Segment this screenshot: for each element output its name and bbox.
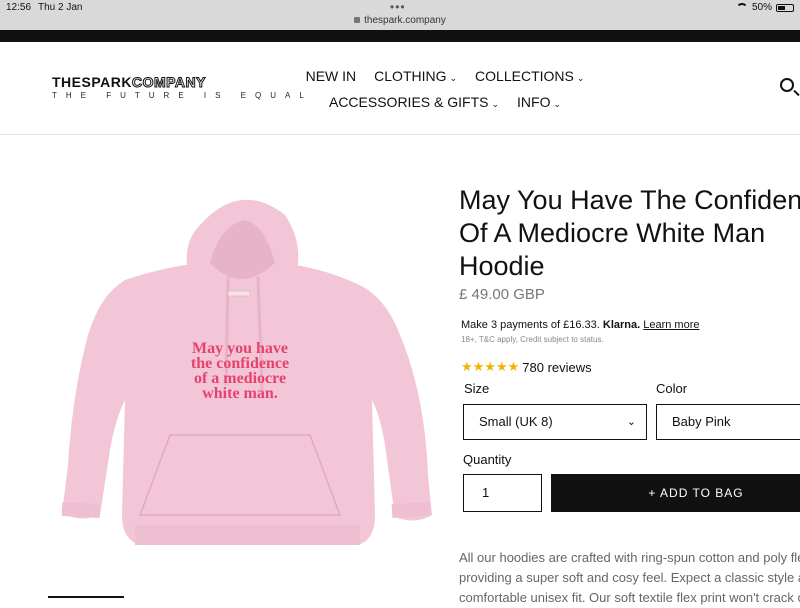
product-reviews[interactable]: ★★★★★ 780 reviews <box>461 359 592 375</box>
status-bar: 12:56 Thu 2 Jan ••• thespark.company 50% <box>0 0 800 30</box>
chevron-down-icon: ⌄ <box>553 99 562 109</box>
multitask-dots-icon[interactable]: ••• <box>390 0 406 14</box>
chevron-down-icon: ⌄ <box>576 73 585 83</box>
nav-item-label: NEW IN <box>305 68 357 84</box>
color-select[interactable]: Baby Pink <box>656 404 800 440</box>
description-line: All our hoodies are crafted with ring-sp… <box>459 550 800 565</box>
status-right: 50% <box>735 2 794 13</box>
quantity-label: Quantity <box>463 452 512 467</box>
address-bar[interactable]: thespark.company <box>0 15 800 26</box>
status-date: Thu 2 Jan <box>38 2 83 13</box>
site-header: THESPARKCOMPANY THE FUTURE IS EQUAL NEW … <box>0 42 800 135</box>
add-to-bag-button[interactable]: + ADD TO BAG <box>551 474 800 512</box>
product-title-line: May You Have The Confiden <box>459 185 800 215</box>
klarna-learn-more-link[interactable]: Learn more <box>643 319 699 331</box>
product-title-line: Hoodie <box>459 251 545 281</box>
nav-item-label: ACCESSORIES & GIFTS <box>328 94 489 110</box>
nav-item-collections[interactable]: COLLECTIONS ⌄ <box>475 64 584 90</box>
address-url: thespark.company <box>364 15 446 26</box>
status-time: 12:56 <box>6 2 32 13</box>
main-nav: NEW IN CLOTHING ⌄ COLLECTIONS ⌄ ACCESSORIES … <box>290 64 600 116</box>
review-count: 780 reviews <box>522 359 592 375</box>
product-description: All our hoodies are crafted with ring-sp… <box>459 548 800 608</box>
description-line: comfortable unisex fit. Our soft textile… <box>459 590 800 605</box>
size-label: Size <box>464 381 490 396</box>
site-logo[interactable]: THESPARKCOMPANY THE FUTURE IS EQUAL <box>52 74 313 101</box>
klarna-prefix: Make 3 payments of £16.33. <box>461 319 600 331</box>
search-icon[interactable] <box>780 78 794 92</box>
description-line: providing a super soft and cosy feel. Ex… <box>459 570 800 585</box>
nav-item-clothing[interactable]: CLOTHING ⌄ <box>374 64 457 90</box>
logo-tagline: THE FUTURE IS EQUAL <box>52 91 313 100</box>
chevron-down-icon: ⌄ <box>626 416 636 428</box>
size-select[interactable]: Small (UK 8) ⌄ <box>463 404 647 440</box>
nav-item-label: CLOTHING <box>374 68 447 84</box>
nav-item-new-in[interactable]: NEW IN <box>306 64 357 88</box>
nav-item-accessories-gifts[interactable]: ACCESSORIES & GIFTS ⌄ <box>329 90 499 116</box>
color-label: Color <box>656 381 688 396</box>
logo-bold: THESPARK <box>52 74 132 90</box>
wifi-icon <box>735 3 748 12</box>
klarna-logo: Klarna. <box>602 319 641 331</box>
battery-percent: 50% <box>751 2 772 13</box>
nav-item-label: COLLECTIONS <box>475 68 574 84</box>
product-title-line: Of A Mediocre White Man <box>459 218 766 248</box>
logo-outline: COMPANY <box>131 74 206 90</box>
battery-icon <box>776 3 794 12</box>
color-select-value: Baby Pink <box>672 414 731 429</box>
star-rating-icon: ★★★★★ <box>461 359 520 374</box>
announcement-bar <box>0 30 800 42</box>
lock-icon <box>354 17 361 24</box>
chevron-down-icon: ⌄ <box>449 73 458 83</box>
chevron-down-icon: ⌄ <box>491 99 500 109</box>
klarna-message: Make 3 payments of £16.33. Klarna. Learn… <box>461 319 700 331</box>
klarna-note: 18+, T&C apply, Credit subject to status… <box>461 335 604 344</box>
product-title: May You Have The Confiden Of A Mediocre … <box>459 184 800 283</box>
nav-item-info[interactable]: INFO ⌄ <box>517 90 561 116</box>
product-image[interactable]: May you have the confidence of a mediocr… <box>40 185 440 590</box>
nav-row-2: ACCESSORIES & GIFTS ⌄ INFO ⌄ <box>290 90 600 116</box>
hoodie-print-line: white man. <box>202 385 278 402</box>
thumbnail-selected[interactable] <box>48 596 124 602</box>
size-select-value: Small (UK 8) <box>479 414 553 429</box>
nav-item-label: INFO <box>517 94 551 110</box>
quantity-input[interactable]: 1 <box>463 474 542 512</box>
nav-row-1: NEW IN CLOTHING ⌄ COLLECTIONS ⌄ <box>290 64 600 90</box>
product-price: £ 49.00 GBP <box>459 286 545 303</box>
add-to-bag-label: + ADD TO BAG <box>648 486 744 500</box>
